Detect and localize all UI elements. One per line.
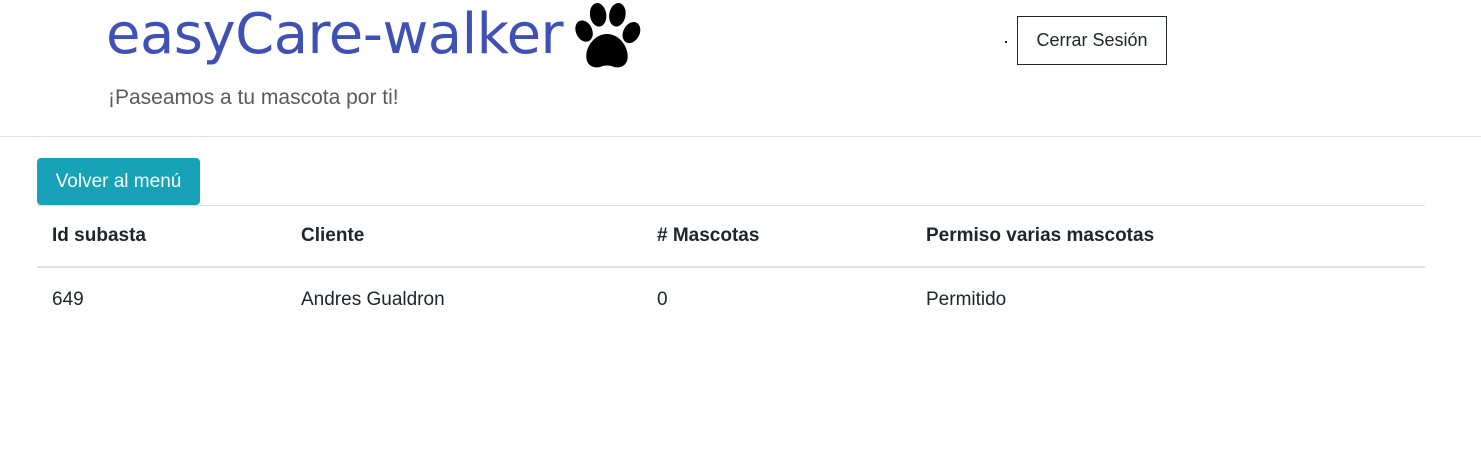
app-header: easyCare-walker ¡Paseamos a tu mascota p… [0,0,1481,137]
separator-dot [1005,41,1007,43]
auction-table: Id subasta Cliente # Mascotas Permiso va… [37,205,1425,333]
column-header-mascotas: # Mascotas [642,205,911,268]
brand-title: easyCare-walker [106,2,564,67]
column-header-permiso: Permiso varias mascotas [911,205,1425,268]
column-header-id-subasta: Id subasta [37,205,286,268]
logout-button[interactable]: Cerrar Sesión [1017,16,1167,65]
back-to-menu-button[interactable]: Volver al menú [37,158,200,205]
cell-id-subasta: 649 [52,289,84,310]
cell-permiso: Permitido [926,289,1007,310]
cell-mascotas: 0 [657,289,668,310]
tagline: ¡Paseamos a tu mascota por ti! [108,86,399,109]
paw-icon [575,3,641,68]
table-header-row: Id subasta Cliente # Mascotas Permiso va… [37,205,1425,268]
column-header-cliente: Cliente [286,205,642,268]
auction-table-container: Id subasta Cliente # Mascotas Permiso va… [37,205,1425,333]
cell-cliente: Andres Gualdron [301,289,445,310]
table-row: 649 Andres Gualdron 0 Permitido [37,267,1425,333]
